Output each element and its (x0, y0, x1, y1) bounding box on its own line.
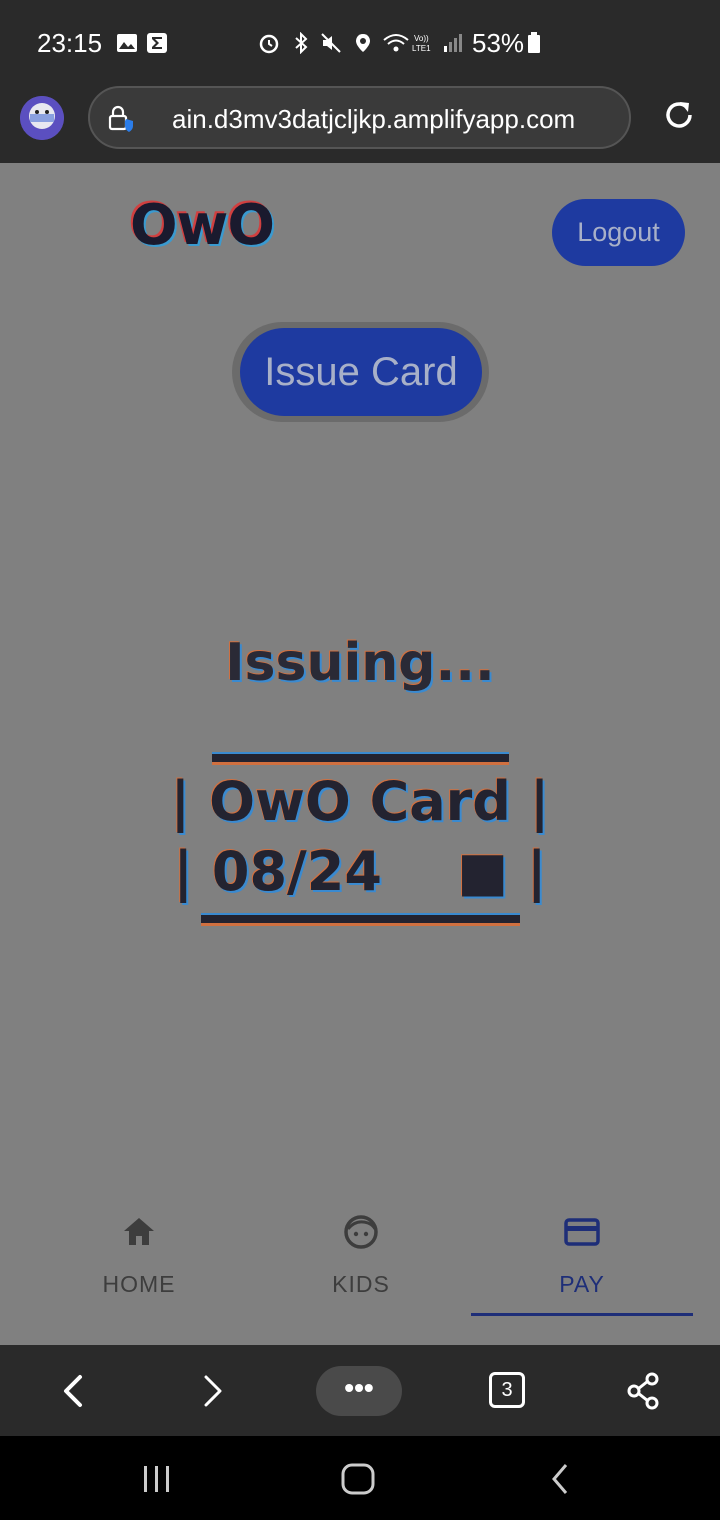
credit-card-icon (564, 1218, 600, 1246)
url-text: ain.d3mv3datjcljkp.amplifyapp.com (172, 104, 576, 134)
bottom-nav: HOME KIDS PAY (0, 1203, 720, 1345)
status-bar: 23:15 Vo)) LTE1 53% (0, 0, 720, 72)
forward-icon[interactable] (190, 1369, 234, 1413)
back-icon[interactable] (52, 1369, 96, 1413)
system-nav-bar (0, 1436, 720, 1520)
bluetooth-icon (295, 32, 308, 54)
location-icon (356, 34, 370, 52)
home-icon (124, 1218, 154, 1245)
svg-text:LTE1: LTE1 (412, 44, 431, 53)
avatar-icon (20, 96, 64, 140)
profile-avatar[interactable] (20, 96, 64, 140)
alarm-icon (259, 34, 279, 54)
sigma-icon (147, 33, 167, 53)
logout-button[interactable]: Logout (552, 199, 685, 266)
nav-pay[interactable]: PAY (471, 1203, 693, 1345)
signal-icon (444, 34, 462, 52)
nav-kids-label: KIDS (332, 1271, 390, 1297)
tabs-button[interactable]: 3 (489, 1372, 525, 1408)
card-line-expiry: | 08/24 ■ | (173, 840, 547, 903)
card-bottom-rule (201, 915, 520, 923)
volte-icon: Vo)) LTE1 (412, 34, 431, 53)
battery-percent: 53% (472, 28, 525, 58)
reload-icon[interactable] (660, 96, 698, 134)
recent-apps-icon[interactable] (140, 1464, 174, 1494)
face-icon (344, 1215, 378, 1249)
nav-pay-label: PAY (559, 1271, 605, 1297)
battery-icon (528, 32, 540, 53)
card-top-rule (212, 754, 509, 762)
nav-active-indicator (471, 1313, 693, 1316)
url-bar[interactable]: ain.d3mv3datjcljkp.amplifyapp.com (88, 86, 631, 149)
share-icon[interactable] (622, 1369, 666, 1413)
svg-text:Vo)): Vo)) (414, 34, 429, 43)
system-back-icon[interactable] (546, 1462, 574, 1496)
browser-bar: ain.d3mv3datjcljkp.amplifyapp.com (0, 72, 720, 163)
issue-card-button[interactable]: Issue Card (240, 328, 482, 416)
more-menu-button[interactable]: ••• (316, 1366, 402, 1416)
app-logo: OwO (130, 193, 275, 258)
card-line-name: | OwO Card | (170, 770, 550, 833)
home-system-icon[interactable] (340, 1462, 376, 1496)
mute-icon (321, 33, 341, 53)
issuing-status: Issuing... (225, 633, 495, 693)
nav-kids[interactable]: KIDS (250, 1203, 472, 1345)
app-page: OwO Logout Issue Card Issuing... | OwO C… (0, 163, 720, 1345)
status-time: 23:15 (37, 28, 103, 58)
nav-home[interactable]: HOME (28, 1203, 250, 1345)
image-icon (117, 34, 137, 52)
nav-home-label: HOME (102, 1271, 176, 1297)
lock-shield-icon[interactable] (106, 104, 136, 134)
wifi-icon (383, 34, 409, 52)
browser-toolbar: ••• 3 (0, 1345, 720, 1436)
